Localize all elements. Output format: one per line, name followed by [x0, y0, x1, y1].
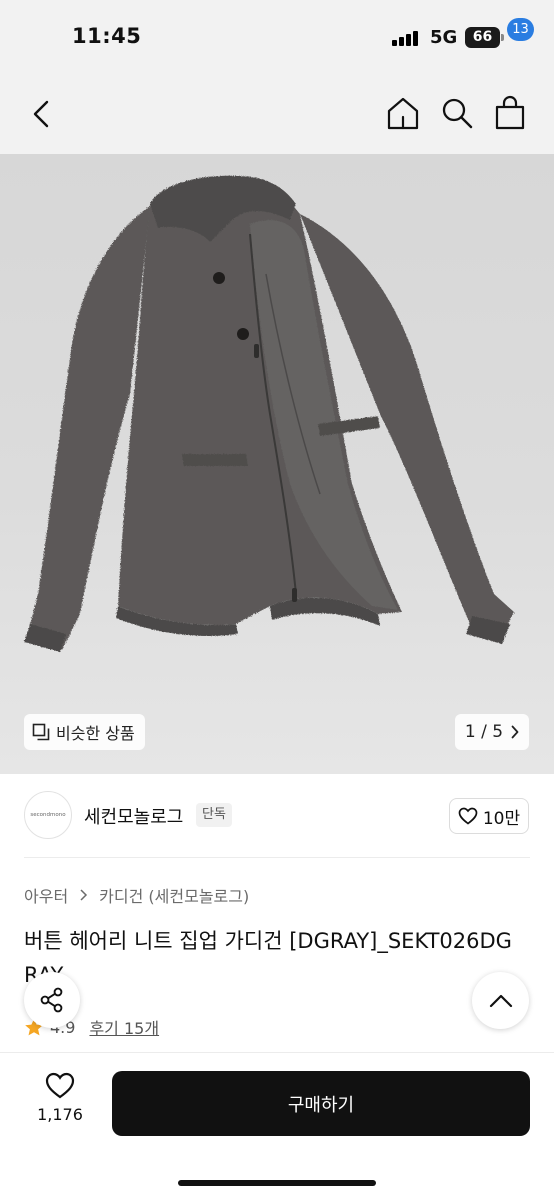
back-button[interactable] [28, 96, 56, 132]
divider [24, 857, 530, 858]
status-time: 11:45 [72, 24, 142, 48]
exclusive-badge: 단독 [196, 803, 232, 827]
heart-icon [45, 1072, 75, 1099]
chevron-up-icon [489, 994, 512, 1007]
cardigan-photo [24, 175, 514, 652]
signal-icon [392, 30, 420, 46]
image-pager[interactable]: 1 / 5 [455, 714, 529, 750]
breadcrumb-subcategory[interactable]: 카디건 (세컨모놀로그) [99, 883, 249, 907]
top-nav-bar [0, 76, 554, 154]
scroll-top-button[interactable] [472, 972, 529, 1029]
battery-tip [501, 34, 504, 41]
home-button[interactable] [386, 95, 420, 131]
network-label: 5G [430, 27, 458, 48]
pager-text: 1 / 5 [464, 722, 504, 742]
breadcrumb: 아우터 카디건 (세컨모놀로그) [24, 883, 249, 907]
shop-logo[interactable]: secondmono [24, 791, 72, 839]
shop-like-button[interactable]: 10만 [449, 798, 529, 834]
home-icon [387, 97, 419, 130]
cart-button[interactable] [492, 95, 528, 131]
search-icon [442, 98, 473, 129]
status-bar: 11:45 5G 66 [0, 0, 554, 76]
product-title: 버튼 헤어리 니트 집업 가디건 [DGRAY]_SEKT026DGRAY [24, 929, 512, 987]
share-button[interactable] [24, 972, 80, 1028]
share-icon [40, 987, 63, 1013]
chevron-right-icon [511, 725, 519, 739]
buy-button-label: 구매하기 [287, 1094, 355, 1116]
shopping-bag-icon [495, 95, 525, 130]
buy-button[interactable]: 구매하기 [112, 1071, 530, 1136]
home-indicator [178, 1180, 376, 1186]
reviews-link[interactable]: 후기 15개 [89, 1015, 159, 1039]
similar-products-button[interactable]: 비슷한 상품 [24, 714, 145, 750]
product-image[interactable] [0, 154, 554, 774]
breadcrumb-category[interactable]: 아우터 [24, 883, 68, 907]
similar-products-label: 비슷한 상품 [56, 724, 135, 743]
shop-logo-text: secondmono [30, 812, 66, 818]
shop-like-count: 10만 [482, 808, 521, 829]
heart-icon [458, 807, 478, 825]
chevron-left-icon [33, 100, 49, 128]
cart-count-badge: 13 [507, 18, 534, 41]
wishlist-button[interactable]: 1,176 [30, 1072, 90, 1134]
wishlist-count: 1,176 [37, 1105, 83, 1124]
copy-icon [32, 723, 50, 741]
search-button[interactable] [440, 95, 474, 131]
battery-icon: 66 [465, 27, 500, 48]
chevron-right-icon [80, 889, 88, 901]
shop-name[interactable]: 세컨모놀로그 [84, 803, 183, 829]
